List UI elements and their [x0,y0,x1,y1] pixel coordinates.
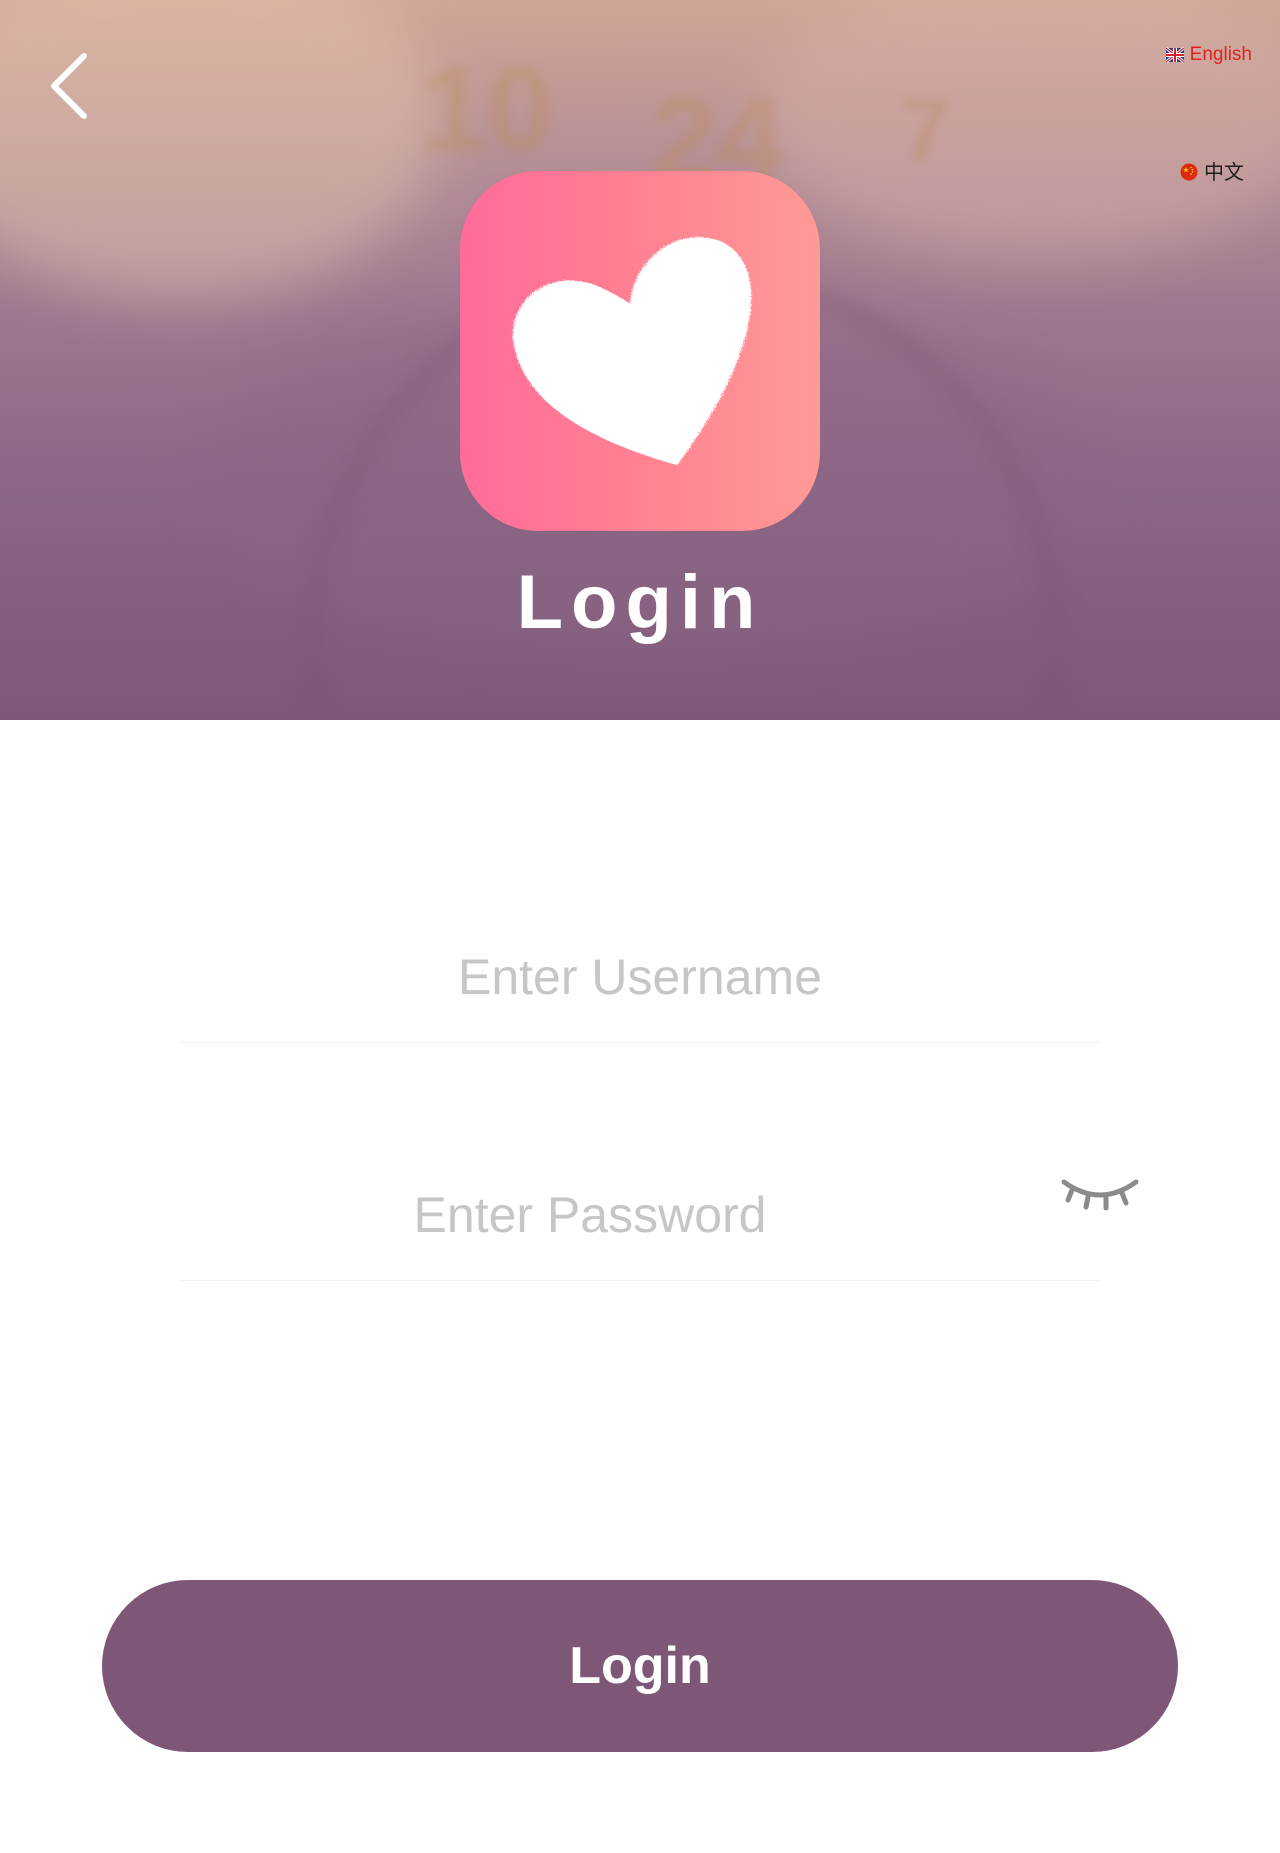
page-title: Login [516,560,764,645]
password-field [180,1150,1100,1281]
language-option-chinese[interactable]: 中文 [1180,156,1244,185]
background-decoration: 7 [900,81,951,181]
password-visibility-toggle[interactable] [1060,1170,1140,1220]
header-banner: 10 24 7 English 中文 Login [0,0,1280,720]
uk-flag-icon [1164,46,1185,64]
username-field [180,912,1100,1043]
background-blur [760,0,1280,260]
login-page: 10 24 7 English 中文 Login Enter Username … [0,0,1280,1853]
language-option-english[interactable]: English [1164,44,1252,66]
language-label: English [1189,44,1252,65]
login-button[interactable]: Login [102,1580,1178,1752]
heart-icon [513,237,752,466]
china-flag-icon [1180,162,1198,180]
chevron-left-icon [51,53,87,119]
background-decoration: 10 [420,42,554,176]
username-input[interactable] [180,912,1100,1042]
password-input[interactable] [180,1150,1000,1280]
app-logo [460,171,820,531]
background-blur [0,0,440,300]
language-label: 中文 [1204,160,1244,184]
eye-closed-icon [1061,1179,1139,1211]
back-button[interactable] [40,46,100,126]
